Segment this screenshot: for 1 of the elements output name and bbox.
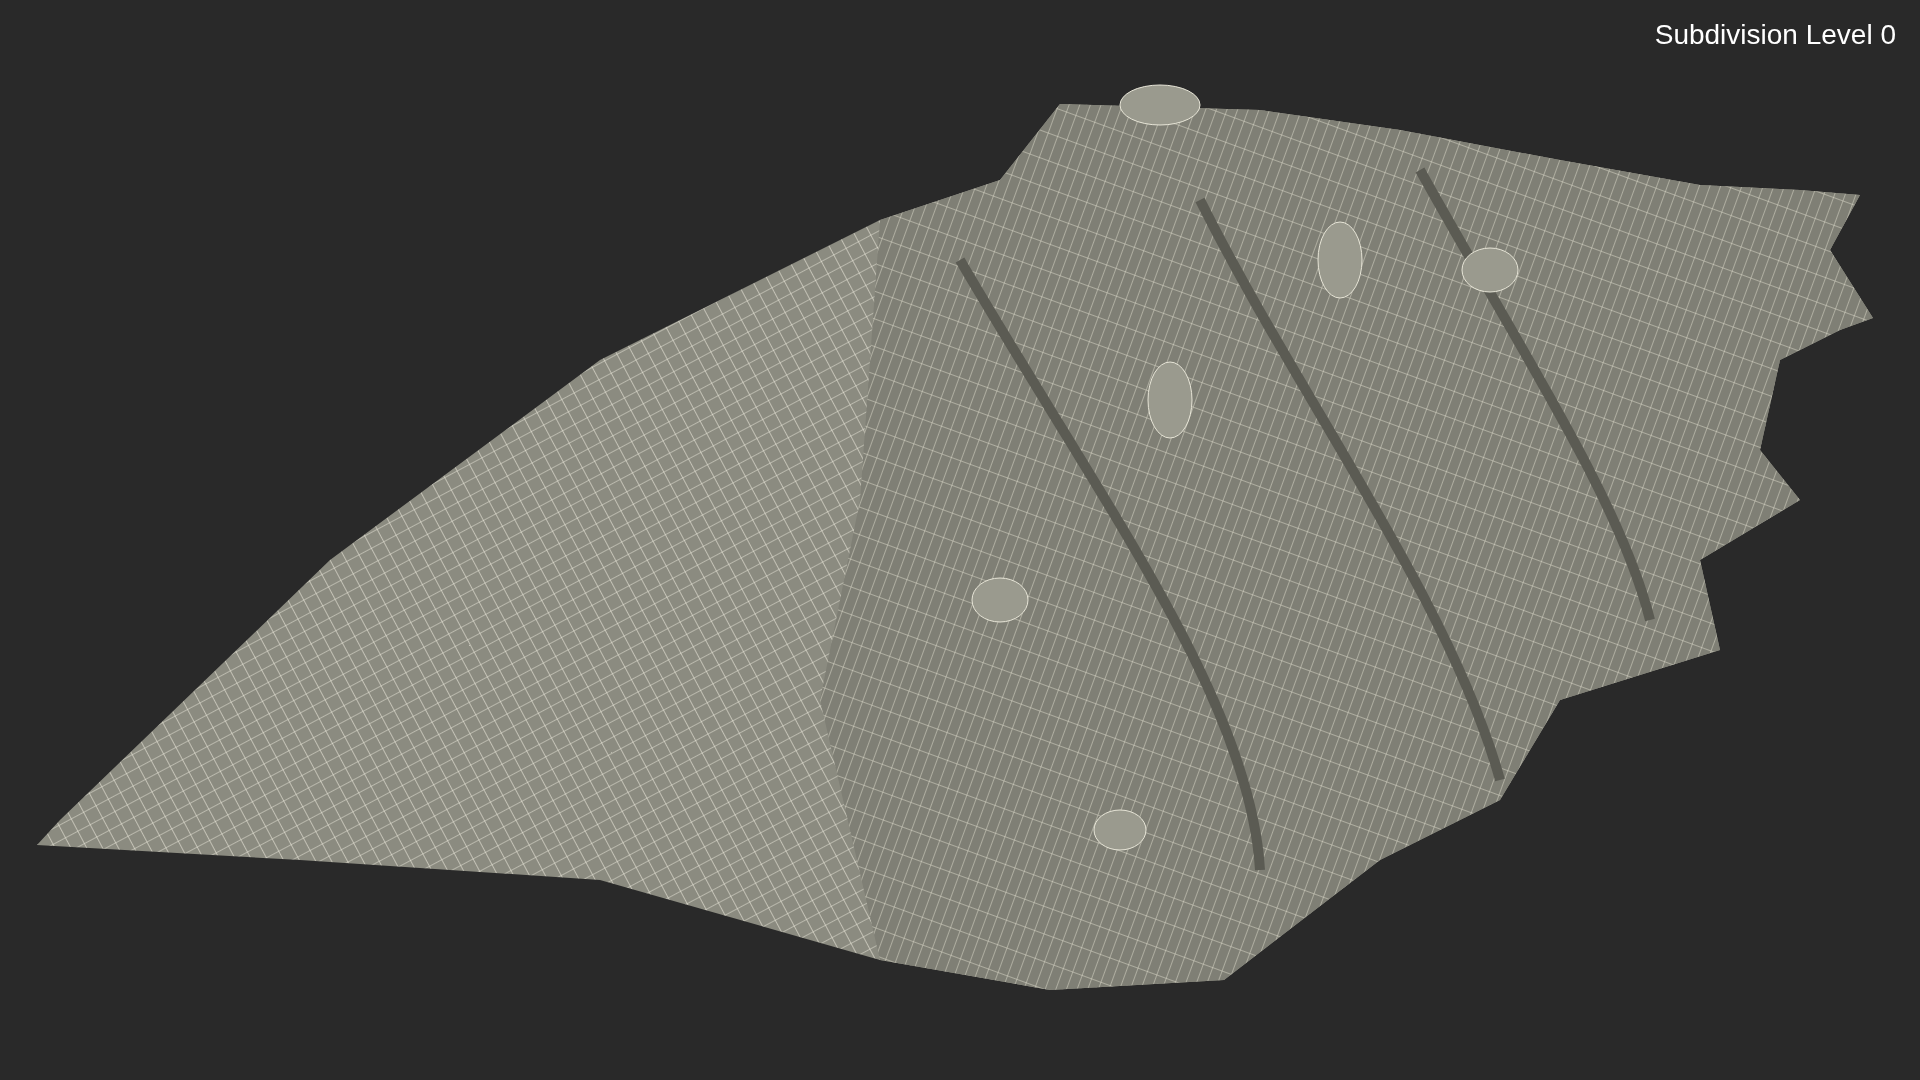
subdivision-level-label: Subdivision Level 0: [1654, 18, 1896, 52]
